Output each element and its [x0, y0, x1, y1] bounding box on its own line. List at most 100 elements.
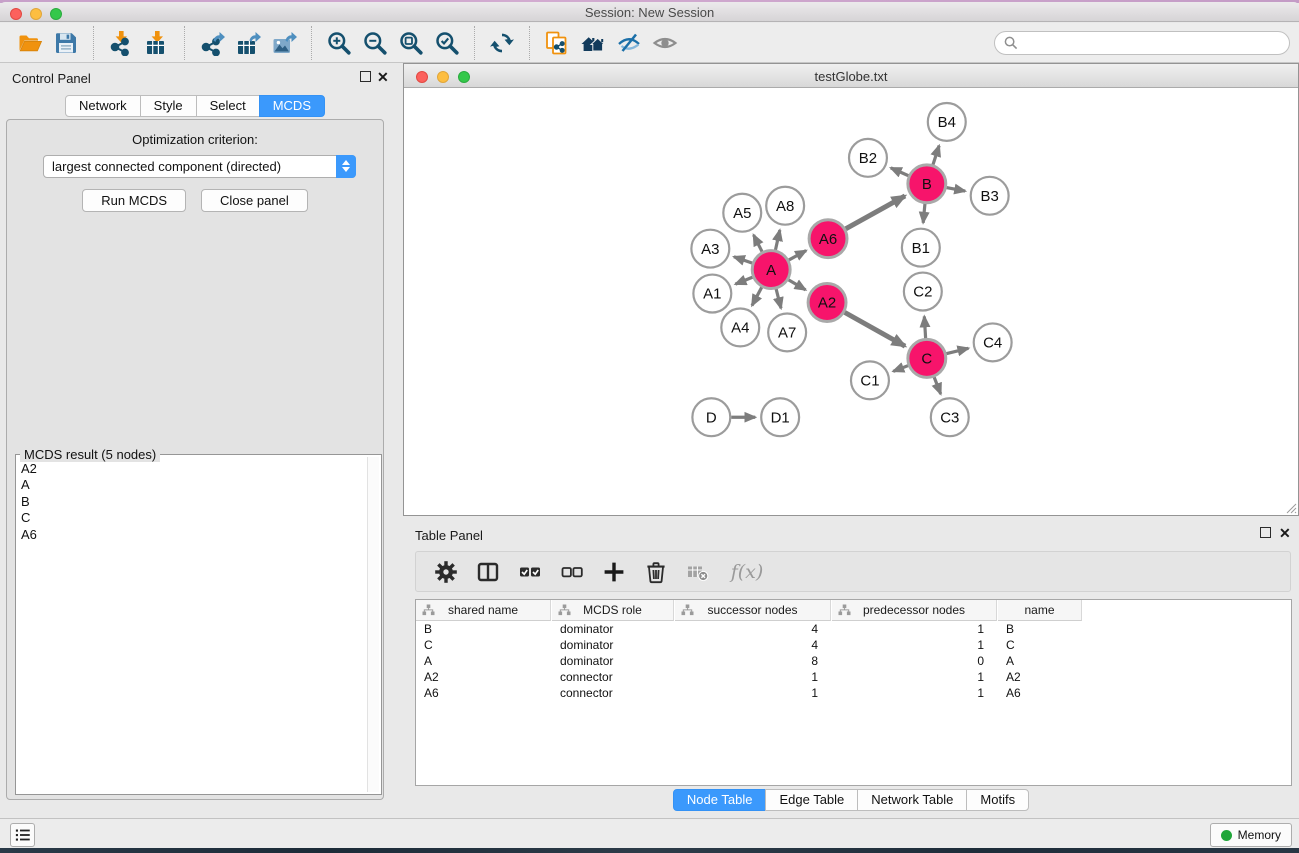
close-panel-icon[interactable]: ✕ [377, 71, 389, 83]
tab-network-table[interactable]: Network Table [857, 789, 967, 811]
export-image-button[interactable] [266, 27, 302, 59]
table-cell[interactable]: B [998, 622, 1082, 638]
edge-B-B3[interactable] [946, 188, 965, 192]
function-builder-button[interactable]: f(x) [726, 558, 768, 586]
tab-edge-table[interactable]: Edge Table [765, 789, 858, 811]
column-header-MCDS-role[interactable]: MCDS role [552, 600, 674, 621]
node-A7[interactable]: A7 [768, 313, 806, 351]
tab-node-table[interactable]: Node Table [673, 789, 767, 811]
criterion-select[interactable]: largest connected component (directed) [43, 155, 356, 178]
zoom-fit-button[interactable] [393, 27, 429, 59]
node-A8[interactable]: A8 [766, 187, 804, 225]
node-B1[interactable]: B1 [902, 229, 940, 267]
table-cell[interactable]: 1 [832, 638, 997, 654]
edge-A6-B[interactable] [845, 196, 905, 229]
edge-A-A7[interactable] [776, 289, 781, 308]
refresh-view-button[interactable] [484, 27, 520, 59]
node-A5[interactable]: A5 [723, 194, 761, 232]
network-window-titlebar[interactable]: testGlobe.txt [404, 64, 1298, 88]
node-B4[interactable]: B4 [928, 103, 966, 141]
table-row[interactable]: A6connector11A6 [416, 686, 1291, 702]
table-row[interactable]: Cdominator41C [416, 638, 1291, 654]
table-cell[interactable]: 1 [675, 686, 831, 702]
node-A1[interactable]: A1 [693, 275, 731, 313]
network-canvas[interactable]: AA1A3A5A8A4A7A6A2BB2B4B3B1CC2C4C1C3DD1 [404, 89, 1298, 515]
node-C3[interactable]: C3 [931, 398, 969, 436]
tab-select[interactable]: Select [196, 95, 260, 117]
resize-handle[interactable] [1283, 500, 1297, 514]
table-cell[interactable]: C [998, 638, 1082, 654]
edge-A-A8[interactable] [775, 230, 779, 250]
open-file-button[interactable] [12, 27, 48, 59]
deselect-all-checkboxes-button[interactable] [558, 558, 586, 586]
save-session-button[interactable] [48, 27, 84, 59]
zoom-selected-button[interactable] [429, 27, 465, 59]
tab-motifs[interactable]: Motifs [966, 789, 1029, 811]
table-float-panel-icon[interactable] [1260, 527, 1271, 538]
table-cell[interactable]: dominator [552, 622, 674, 638]
table-cell[interactable]: dominator [552, 654, 674, 670]
delete-column-button[interactable] [642, 558, 670, 586]
show-all-eye-button[interactable] [647, 27, 683, 59]
table-cell[interactable]: connector [552, 686, 674, 702]
result-item[interactable]: A2 [21, 461, 365, 477]
node-B2[interactable]: B2 [849, 139, 887, 177]
edge-A-A6[interactable] [789, 251, 806, 260]
home-view-button[interactable] [575, 27, 611, 59]
table-cell[interactable]: A2 [998, 670, 1082, 686]
table-cell[interactable]: C [416, 638, 551, 654]
edge-B-B2[interactable] [891, 168, 909, 176]
search-input[interactable] [1023, 36, 1280, 51]
table-cell[interactable]: A2 [416, 670, 551, 686]
result-item[interactable]: A [21, 477, 365, 493]
table-cell[interactable]: 0 [832, 654, 997, 670]
table-cell[interactable]: 4 [675, 638, 831, 654]
edge-A-A4[interactable] [752, 287, 762, 305]
table-row[interactable]: Bdominator41B [416, 622, 1291, 638]
hide-selected-eye-button[interactable] [611, 27, 647, 59]
node-A4[interactable]: A4 [721, 308, 759, 346]
table-row[interactable]: A2connector11A2 [416, 670, 1291, 686]
select-all-checkboxes-button[interactable] [516, 558, 544, 586]
node-B3[interactable]: B3 [971, 177, 1009, 215]
node-C[interactable]: C [908, 339, 946, 377]
copy-view-button[interactable] [539, 27, 575, 59]
result-item[interactable]: A6 [21, 527, 365, 543]
edge-B-B1[interactable] [923, 204, 925, 223]
tab-mcds[interactable]: MCDS [259, 95, 325, 117]
table-cell[interactable]: A [998, 654, 1082, 670]
edge-A-A3[interactable] [734, 257, 752, 263]
table-cell[interactable]: 8 [675, 654, 831, 670]
table-cell[interactable]: A6 [998, 686, 1082, 702]
table-settings-button[interactable] [432, 558, 460, 586]
add-column-button[interactable] [600, 558, 628, 586]
node-D1[interactable]: D1 [761, 398, 799, 436]
task-history-button[interactable] [10, 823, 35, 847]
table-cell[interactable]: 1 [832, 670, 997, 686]
column-header-predecessor-nodes[interactable]: predecessor nodes [832, 600, 997, 621]
result-scrollbar[interactable] [367, 457, 379, 792]
node-A[interactable]: A [752, 251, 790, 289]
table-close-panel-icon[interactable]: ✕ [1279, 527, 1291, 539]
zoom-in-button[interactable] [321, 27, 357, 59]
table-row[interactable]: Adominator80A [416, 654, 1291, 670]
node-C2[interactable]: C2 [904, 273, 942, 311]
result-item[interactable]: B [21, 494, 365, 510]
node-C4[interactable]: C4 [974, 323, 1012, 361]
result-item[interactable]: C [21, 510, 365, 526]
table-cell[interactable]: 1 [675, 670, 831, 686]
export-network-button[interactable] [194, 27, 230, 59]
node-B[interactable]: B [908, 165, 946, 203]
edge-C-C3[interactable] [934, 377, 941, 394]
tab-network[interactable]: Network [65, 95, 141, 117]
node-A2[interactable]: A2 [808, 284, 846, 322]
table-cell[interactable]: connector [552, 670, 674, 686]
import-table-button[interactable] [139, 27, 175, 59]
delete-table-button[interactable] [684, 558, 712, 586]
table-cell[interactable]: 1 [832, 686, 997, 702]
run-mcds-button[interactable]: Run MCDS [82, 189, 186, 212]
edge-C-C1[interactable] [893, 366, 908, 372]
edge-A-A5[interactable] [754, 235, 763, 252]
table-cell[interactable]: B [416, 622, 551, 638]
column-header-shared-name[interactable]: shared name [416, 600, 551, 621]
